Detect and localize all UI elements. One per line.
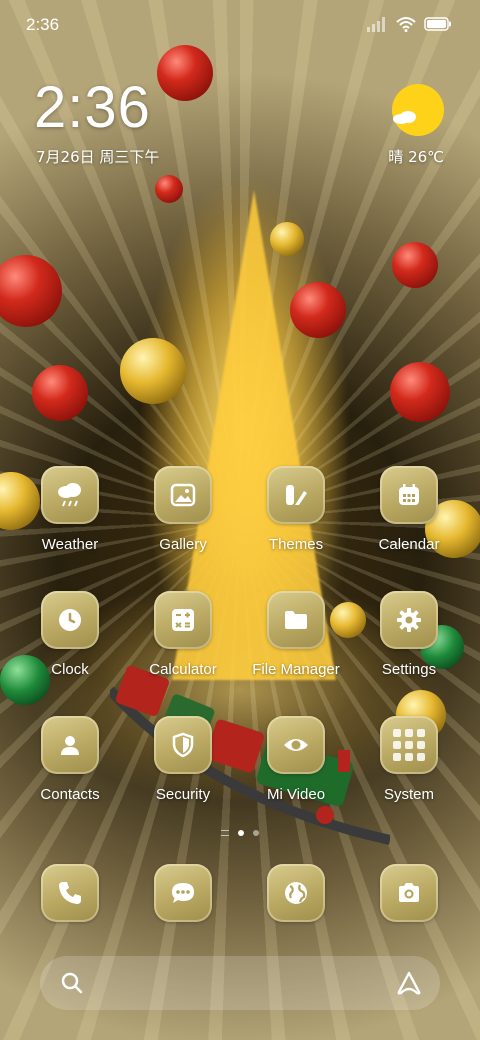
eye-icon <box>267 716 325 774</box>
themes-icon <box>267 466 325 524</box>
app-mi-video[interactable]: Mi Video <box>241 716 351 803</box>
status-time: 2:36 <box>26 15 60 34</box>
page-dot[interactable] <box>253 830 259 836</box>
status-bar: 2:36 <box>0 0 480 50</box>
app-weather[interactable]: Weather <box>15 466 125 553</box>
app-themes[interactable]: Themes <box>241 466 351 553</box>
app-label: Weather <box>41 536 99 553</box>
ornament-gold <box>270 222 304 256</box>
app-calculator[interactable]: Calculator <box>128 591 238 678</box>
gear-icon <box>380 591 438 649</box>
ornament-red <box>392 242 438 288</box>
status-icons <box>366 16 452 32</box>
wifi-icon <box>396 17 416 32</box>
ornament-red <box>155 175 183 203</box>
app-label: Calendar <box>378 536 440 553</box>
app-calendar[interactable]: Calendar <box>354 466 464 553</box>
battery-icon <box>424 17 451 31</box>
signal-icon <box>367 17 385 32</box>
app-label: Gallery <box>159 536 207 553</box>
app-label: Clock <box>51 661 89 678</box>
page-indicator[interactable] <box>0 830 480 836</box>
message-icon <box>154 864 212 922</box>
weather-temperature: 26℃ <box>408 148 444 166</box>
ornament-red <box>290 282 346 338</box>
camera-icon <box>380 864 438 922</box>
dock-phone[interactable] <box>15 864 125 922</box>
dock-messages[interactable] <box>128 864 238 922</box>
app-settings[interactable]: Settings <box>354 591 464 678</box>
folder-grid-icon <box>380 716 438 774</box>
ornament-red <box>0 255 62 327</box>
app-label: Mi Video <box>266 786 326 803</box>
widget-time: 2:36 <box>34 75 151 140</box>
app-label: Settings <box>381 661 437 678</box>
dock-camera[interactable] <box>354 864 464 922</box>
app-security[interactable]: Security <box>128 716 238 803</box>
app-label: Themes <box>268 536 324 553</box>
cloud-icon <box>393 111 416 124</box>
folder-icon <box>267 591 325 649</box>
app-clock[interactable]: Clock <box>15 591 125 678</box>
ornament-gold <box>120 338 186 404</box>
ornament-red <box>157 45 213 101</box>
image-icon <box>154 466 212 524</box>
app-system-folder[interactable]: System <box>354 716 464 803</box>
app-label: Security <box>155 786 211 803</box>
widget-date: 7月26日 周三下午 <box>36 148 160 166</box>
shield-icon <box>154 716 212 774</box>
clock-icon <box>41 591 99 649</box>
phone-icon <box>41 864 99 922</box>
app-contacts[interactable]: Contacts <box>15 716 125 803</box>
globe-icon <box>267 864 325 922</box>
search-bar[interactable] <box>40 956 440 1010</box>
app-label: Contacts <box>40 786 100 803</box>
cloud-rain-icon <box>41 466 99 524</box>
calendar-icon <box>380 466 438 524</box>
app-file-manager[interactable]: File Manager <box>241 591 351 678</box>
ornament-red <box>390 362 450 422</box>
app-label: System <box>383 786 434 803</box>
app-gallery[interactable]: Gallery <box>128 466 238 553</box>
person-icon <box>41 716 99 774</box>
search-icon[interactable] <box>60 971 84 995</box>
dock-browser[interactable] <box>241 864 351 922</box>
app-label: File Manager <box>252 661 340 678</box>
app-label: Calculator <box>149 661 217 678</box>
page-dot-active[interactable] <box>238 830 244 836</box>
page-indicator-list-icon[interactable] <box>221 830 229 836</box>
weather-widget[interactable]: 晴 26℃ <box>374 84 444 174</box>
calculator-icon <box>154 591 212 649</box>
assistant-icon[interactable] <box>396 970 422 996</box>
ornament-red <box>32 365 88 421</box>
weather-condition: 晴 <box>388 148 404 166</box>
weather-text: 晴 26℃ <box>388 146 444 167</box>
